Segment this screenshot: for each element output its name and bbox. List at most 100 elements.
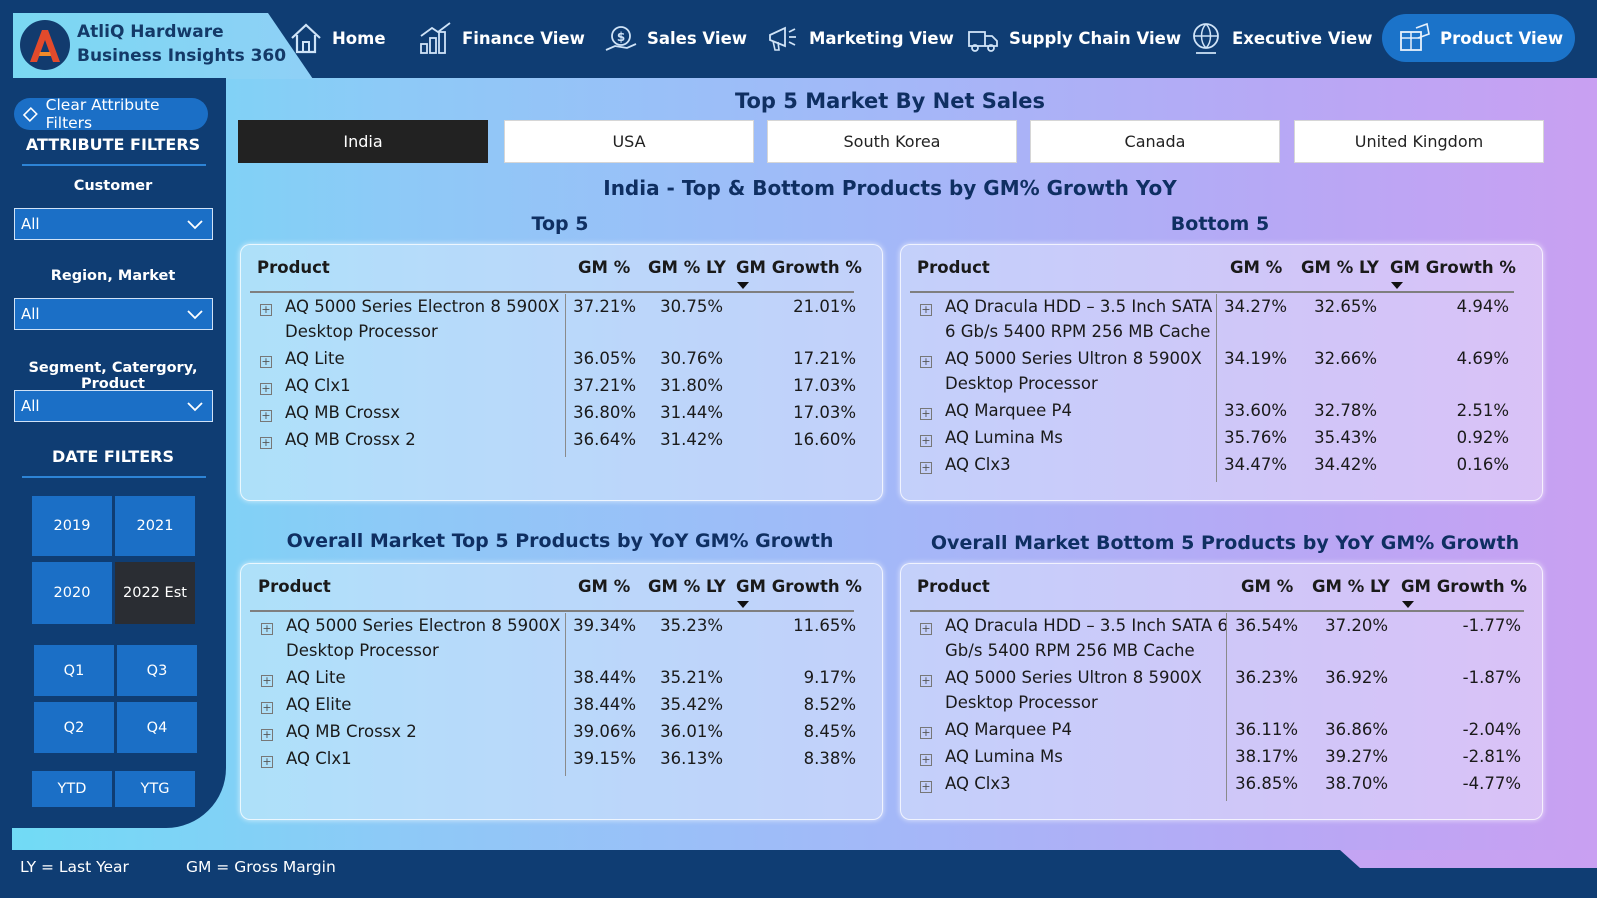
period-tile-ytd[interactable]: YTD — [32, 771, 112, 807]
col-header-gm-ly[interactable]: GM % LY — [1301, 258, 1379, 277]
expand-icon[interactable]: + — [260, 437, 272, 449]
customer-dropdown[interactable]: All — [14, 208, 213, 240]
top5-title: Top 5 — [531, 213, 589, 235]
nav-executive-view[interactable]: Executive View — [1188, 18, 1372, 58]
table-row[interactable]: + AQ Marquee P4 36.11% 36.86% -2.04% — [900, 720, 1543, 747]
table-row[interactable]: + AQ 5000 Series Ultron 8 5900X Desktop Pr… — [900, 668, 1543, 720]
table-row[interactable]: + AQ Dracula HDD – 3.5 Inch SATA 6 Gb/s 54… — [900, 297, 1543, 349]
expand-icon[interactable]: + — [920, 462, 932, 474]
app-title-line1: AtliQ Hardware — [77, 22, 224, 42]
col-header-gm[interactable]: GM % — [1241, 577, 1293, 596]
expand-icon[interactable]: + — [920, 754, 932, 766]
col-header-gm-growth[interactable]: GM Growth % — [736, 577, 862, 596]
market-tab-south-korea[interactable]: South Korea — [767, 120, 1017, 163]
year-tile-2022-est[interactable]: 2022 Est — [115, 562, 195, 624]
expand-icon[interactable]: + — [261, 702, 273, 714]
col-header-gm[interactable]: GM % — [1230, 258, 1282, 277]
sort-descending-icon[interactable] — [737, 282, 749, 289]
sort-descending-icon[interactable] — [1402, 601, 1414, 608]
expand-icon[interactable]: + — [920, 356, 932, 368]
table-row[interactable]: + AQ Dracula HDD – 3.5 Inch SATA 6 Gb/s 54… — [900, 616, 1543, 668]
col-header-gm[interactable]: GM % — [578, 577, 630, 596]
table-row[interactable]: + AQ Lumina Ms 38.17% 39.27% -2.81% — [900, 747, 1543, 774]
sort-descending-icon[interactable] — [1391, 282, 1403, 289]
col-header-gm-growth[interactable]: GM Growth % — [1401, 577, 1527, 596]
col-header-gm-ly[interactable]: GM % LY — [1312, 577, 1390, 596]
quarter-tile-q2[interactable]: Q2 — [34, 702, 114, 753]
nav-marketing-view[interactable]: Marketing View — [765, 18, 954, 58]
table-row[interactable]: + AQ Marquee P4 33.60% 32.78% 2.51% — [900, 401, 1543, 428]
product-name: AQ MB Crossx 2 — [285, 430, 416, 449]
market-tab-united-kingdom[interactable]: United Kingdom — [1294, 120, 1544, 163]
year-tile-2021[interactable]: 2021 — [115, 496, 195, 556]
expand-icon[interactable]: + — [261, 623, 273, 635]
table-row[interactable]: + AQ Clx3 36.85% 38.70% -4.77% — [900, 774, 1543, 801]
product-name: AQ Lite — [286, 668, 346, 687]
table-row[interactable]: + AQ MB Crossx 2 36.64% 31.42% 16.60% — [240, 430, 883, 457]
period-tile-ytg[interactable]: YTG — [115, 771, 195, 807]
nav-finance-view[interactable]: Finance View — [418, 18, 585, 58]
quarter-tile-q1[interactable]: Q1 — [34, 645, 114, 696]
table-row[interactable]: + AQ Lumina Ms 35.76% 35.43% 0.92% — [900, 428, 1543, 455]
atliq-logo-icon — [20, 20, 70, 70]
customer-value: All — [21, 215, 40, 233]
expand-icon[interactable]: + — [920, 727, 932, 739]
clear-attribute-filters-button[interactable]: Clear Attribute Filters — [14, 96, 208, 132]
expand-icon[interactable]: + — [920, 623, 932, 635]
expand-icon[interactable]: + — [260, 383, 272, 395]
segment-dropdown[interactable]: All — [14, 390, 213, 422]
table-row[interactable]: + AQ MB Crossx 36.80% 31.44% 17.03% — [240, 403, 883, 430]
nav-home[interactable]: Home — [288, 18, 386, 58]
col-header-gm-growth[interactable]: GM Growth % — [1390, 258, 1516, 277]
product-name: AQ MB Crossx — [285, 403, 401, 422]
table-row[interactable]: + AQ Elite 38.44% 35.42% 8.52% — [240, 695, 883, 722]
expand-icon[interactable]: + — [260, 304, 272, 316]
col-header-product[interactable]: Product — [917, 258, 990, 277]
sort-descending-icon[interactable] — [737, 601, 749, 608]
table-row[interactable]: + AQ Clx3 34.47% 34.42% 0.16% — [900, 455, 1543, 482]
quarter-tile-q4[interactable]: Q4 — [117, 702, 197, 753]
table-row[interactable]: + AQ Clx1 39.15% 36.13% 8.38% — [240, 749, 883, 776]
market-tab-india[interactable]: India — [238, 120, 488, 163]
col-header-product[interactable]: Product — [258, 577, 331, 596]
region-market-dropdown[interactable]: All — [14, 298, 213, 330]
market-tab-canada[interactable]: Canada — [1030, 120, 1280, 163]
col-header-product[interactable]: Product — [257, 258, 330, 277]
gm-ly-value: 31.44% — [660, 403, 723, 422]
expand-icon[interactable]: + — [260, 410, 272, 422]
nav-product-view[interactable]: Product View — [1382, 14, 1576, 62]
nav-supply-chain-view[interactable]: Supply Chain View — [965, 18, 1181, 58]
divider — [22, 476, 206, 478]
table-row[interactable]: + AQ Lite 36.05% 30.76% 17.21% — [240, 349, 883, 376]
expand-icon[interactable]: + — [261, 729, 273, 741]
expand-icon[interactable]: + — [261, 756, 273, 768]
table-row[interactable]: + AQ MB Crossx 2 39.06% 36.01% 8.45% — [240, 722, 883, 749]
app-title-line2: Business Insights 360 — [77, 46, 287, 66]
table-row[interactable]: + AQ Clx1 37.21% 31.80% 17.03% — [240, 376, 883, 403]
table-row[interactable]: + AQ 5000 Series Electron 8 5900X Desktop … — [240, 616, 883, 668]
expand-icon[interactable]: + — [920, 304, 932, 316]
table-row[interactable]: + AQ 5000 Series Ultron 8 5900X Desktop Pr… — [900, 349, 1543, 401]
col-header-product[interactable]: Product — [917, 577, 990, 596]
expand-icon[interactable]: + — [920, 781, 932, 793]
col-header-gm[interactable]: GM % — [578, 258, 630, 277]
table-row[interactable]: + AQ Lite 38.44% 35.21% 9.17% — [240, 668, 883, 695]
col-header-gm-ly[interactable]: GM % LY — [648, 258, 726, 277]
year-tile-2020[interactable]: 2020 — [32, 562, 112, 624]
nav-sales-view[interactable]: $ Sales View — [603, 18, 747, 58]
gm-growth-value: -1.77% — [1462, 616, 1521, 635]
expand-icon[interactable]: + — [920, 435, 932, 447]
nav-product-label: Product View — [1440, 28, 1564, 48]
expand-icon[interactable]: + — [920, 675, 932, 687]
expand-icon[interactable]: + — [261, 675, 273, 687]
gm-value: 39.06% — [573, 722, 636, 741]
nav-marketing-label: Marketing View — [809, 28, 954, 48]
col-header-gm-growth[interactable]: GM Growth % — [736, 258, 862, 277]
quarter-tile-q3[interactable]: Q3 — [117, 645, 197, 696]
col-header-gm-ly[interactable]: GM % LY — [648, 577, 726, 596]
expand-icon[interactable]: + — [920, 408, 932, 420]
table-row[interactable]: + AQ 5000 Series Electron 8 5900X Desktop … — [240, 297, 883, 349]
expand-icon[interactable]: + — [260, 356, 272, 368]
market-tab-usa[interactable]: USA — [504, 120, 754, 163]
year-tile-2019[interactable]: 2019 — [32, 496, 112, 556]
